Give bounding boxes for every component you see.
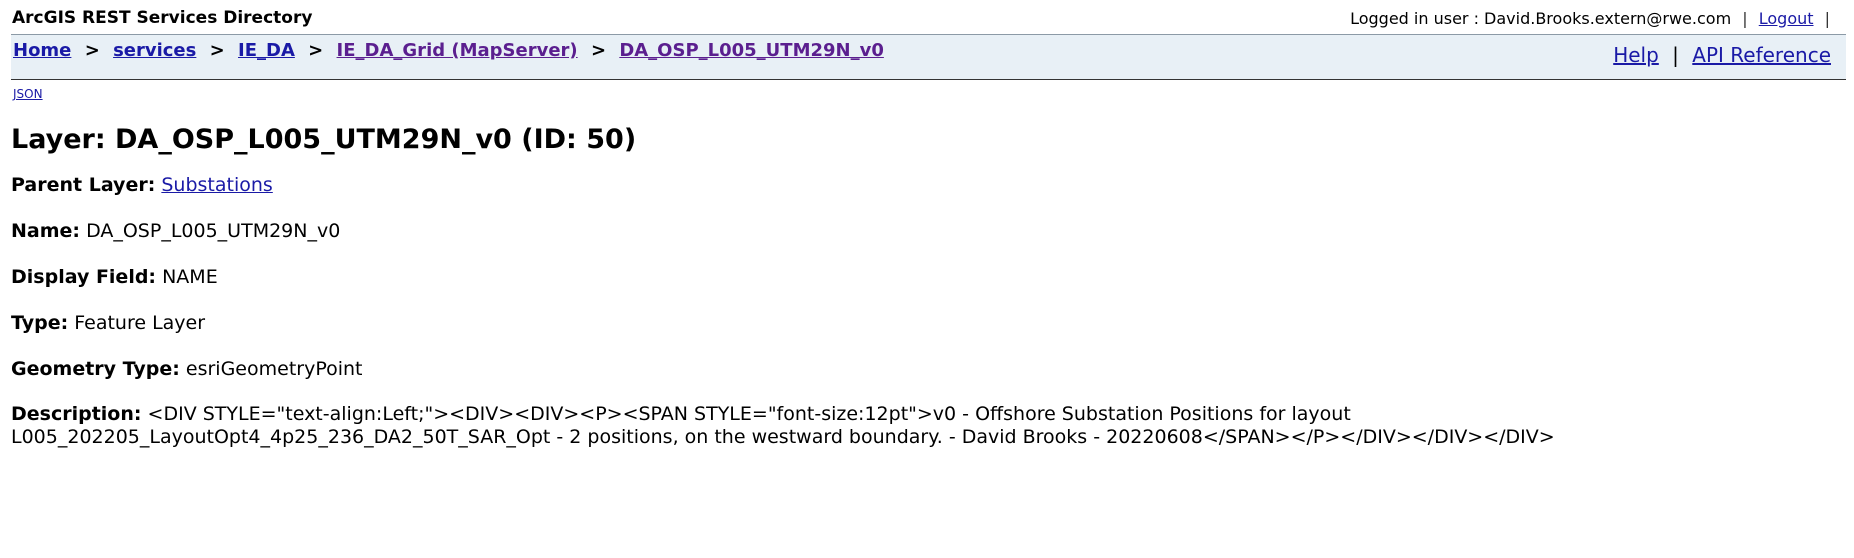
breadcrumb-layer-link[interactable]: DA_OSP_L005_UTM29N_v0 bbox=[619, 40, 884, 61]
breadcrumb-services-link[interactable]: services bbox=[113, 40, 196, 61]
name-value: DA_OSP_L005_UTM29N_v0 bbox=[86, 220, 341, 242]
parent-layer-row: Parent Layer: Substations bbox=[11, 173, 1839, 197]
page-title: Layer: DA_OSP_L005_UTM29N_v0 (ID: 50) bbox=[11, 124, 637, 155]
json-link[interactable]: JSON bbox=[13, 87, 43, 101]
help-links: Help | API Reference bbox=[1613, 43, 1831, 67]
type-row: Type: Feature Layer bbox=[11, 311, 1839, 335]
breadcrumb-folder-link[interactable]: IE_DA bbox=[238, 40, 295, 61]
login-area: Logged in user : David.Brooks.extern@rwe… bbox=[1350, 9, 1836, 28]
app-title: ArcGIS REST Services Directory bbox=[12, 8, 313, 28]
parent-layer-label: Parent Layer: bbox=[11, 174, 156, 196]
description-label: Description: bbox=[11, 403, 142, 425]
logged-in-user-text: Logged in user : David.Brooks.extern@rwe… bbox=[1350, 8, 1732, 28]
name-row: Name: DA_OSP_L005_UTM29N_v0 bbox=[11, 219, 1839, 243]
type-label: Type: bbox=[11, 312, 69, 334]
geometry-type-value: esriGeometryPoint bbox=[185, 358, 363, 380]
display-field-row: Display Field: NAME bbox=[11, 265, 1839, 289]
breadcrumb-separator: > bbox=[209, 40, 225, 61]
display-field-value: NAME bbox=[162, 266, 218, 288]
logout-link[interactable]: Logout bbox=[1759, 9, 1814, 28]
geometry-type-row: Geometry Type: esriGeometryPoint bbox=[11, 357, 1839, 381]
login-separator-end: | bbox=[1824, 8, 1830, 28]
api-reference-link[interactable]: API Reference bbox=[1692, 43, 1831, 67]
type-value: Feature Layer bbox=[74, 312, 206, 334]
help-separator: | bbox=[1672, 43, 1679, 67]
navigation-bar: Home > services > IE_DA > IE_DA_Grid (Ma… bbox=[11, 34, 1846, 80]
breadcrumb: Home > services > IE_DA > IE_DA_Grid (Ma… bbox=[13, 40, 884, 61]
help-link[interactable]: Help bbox=[1613, 43, 1659, 67]
description-row: Description: <DIV STYLE="text-align:Left… bbox=[11, 403, 1571, 449]
breadcrumb-separator: > bbox=[84, 40, 100, 61]
description-value: <DIV STYLE="text-align:Left;"><DIV><DIV>… bbox=[11, 403, 1555, 448]
breadcrumb-separator: > bbox=[590, 40, 607, 61]
top-bar: ArcGIS REST Services Directory Logged in… bbox=[12, 4, 1836, 32]
name-label: Name: bbox=[11, 220, 81, 242]
geometry-type-label: Geometry Type: bbox=[11, 358, 180, 380]
breadcrumb-home-link[interactable]: Home bbox=[13, 40, 71, 61]
display-field-label: Display Field: bbox=[11, 266, 157, 288]
main-content: Layer: DA_OSP_L005_UTM29N_v0 (ID: 50) Pa… bbox=[11, 120, 1839, 449]
login-separator: | bbox=[1742, 8, 1748, 28]
breadcrumb-separator: > bbox=[308, 40, 324, 61]
parent-layer-link[interactable]: Substations bbox=[161, 174, 272, 196]
breadcrumb-mapserver-link[interactable]: IE_DA_Grid (MapServer) bbox=[337, 40, 578, 61]
